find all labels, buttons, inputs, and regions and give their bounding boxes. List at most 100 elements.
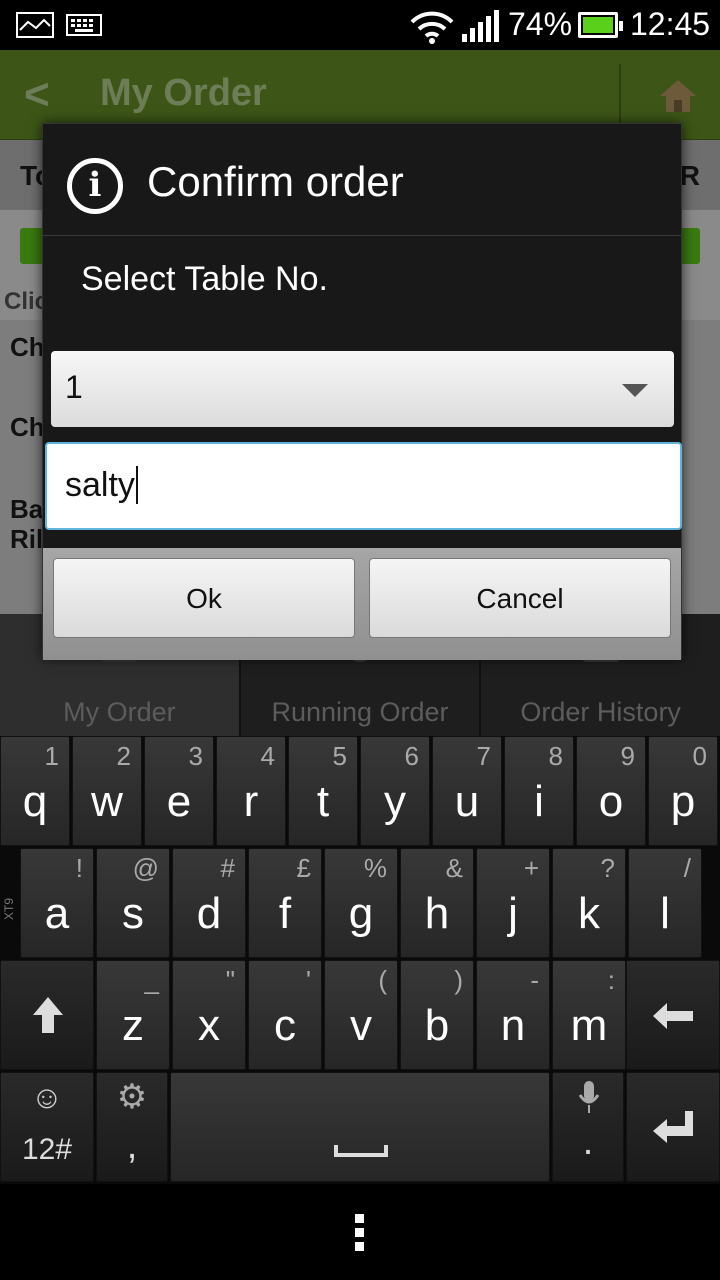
key-u[interactable]: 7u [432, 736, 502, 846]
ok-button[interactable]: Ok [53, 558, 355, 638]
key-secondary-label: ? [600, 853, 615, 883]
battery-percent: 74% [508, 6, 573, 42]
key-i[interactable]: 8i [504, 736, 574, 846]
key-w[interactable]: 2w [72, 736, 142, 846]
order-note-input[interactable]: salty [45, 442, 682, 530]
key-r[interactable]: 4r [216, 736, 286, 846]
key-label: t [316, 777, 330, 826]
list-item[interactable]: Ba [10, 494, 43, 525]
list-item[interactable]: Ch [10, 332, 45, 363]
key-label: s [122, 889, 144, 938]
key-n[interactable]: -n [476, 960, 550, 1070]
key-label: g [348, 889, 374, 938]
gallery-icon [16, 12, 54, 38]
key-label: d [196, 889, 222, 938]
key-label: r [243, 777, 259, 826]
key-secondary-label: 0 [692, 741, 707, 771]
key-p[interactable]: 0p [648, 736, 718, 846]
page-title: My Order [100, 72, 267, 114]
key-label: y [384, 777, 406, 826]
key-secondary-label: 9 [620, 741, 635, 771]
key-secondary-label: ' [306, 965, 311, 995]
key-secondary-label: 4 [260, 741, 275, 771]
key-secondary-label: _ [144, 965, 159, 995]
clock: 12:45 [630, 6, 711, 42]
key-h[interactable]: & h [400, 848, 474, 958]
table-number-value: 1 [65, 369, 83, 405]
key-secondary-label: 5 [332, 741, 347, 771]
keyboard-row-1: 1q2w3e4r5t6y7u8i9o0p [0, 736, 720, 846]
key-x[interactable]: " x [172, 960, 246, 1070]
confirm-order-dialog: i Confirm order Select Table No. 1 salty… [42, 123, 682, 660]
key-secondary-label: 6 [404, 741, 419, 771]
shift-key[interactable] [0, 960, 94, 1070]
key-label: h [424, 889, 450, 938]
period-key[interactable]: . [552, 1072, 624, 1182]
key-secondary-label: @ [132, 853, 159, 883]
key-secondary-label: £ [296, 853, 311, 883]
key-label: i [534, 777, 544, 826]
wifi-icon [410, 11, 454, 44]
key-e[interactable]: 3e [144, 736, 214, 846]
key-label: q [22, 777, 48, 826]
key-a[interactable]: ! a [20, 848, 94, 958]
tab-label: Running Order [271, 697, 449, 727]
key-secondary-label: + [523, 853, 539, 883]
microphone-icon [578, 1081, 600, 1113]
menu-icon[interactable] [355, 1214, 364, 1256]
key-s[interactable]: @ s [96, 848, 170, 958]
key-g[interactable]: % g [324, 848, 398, 958]
dialog-title: Confirm order [147, 158, 404, 205]
key-y[interactable]: 6y [360, 736, 430, 846]
dialog-button-bar: Ok Cancel [43, 548, 681, 660]
key-b[interactable]: ) b [400, 960, 474, 1070]
space-bar-icon [334, 1145, 388, 1157]
key-label: v [350, 1001, 372, 1050]
key-q[interactable]: 1q [0, 736, 70, 846]
list-item[interactable]: Ch [10, 412, 45, 443]
shift-arrow-icon [33, 997, 63, 1033]
key-m[interactable]: :m [552, 960, 626, 1070]
key-f[interactable]: £ f [248, 848, 322, 958]
space-key[interactable] [170, 1072, 550, 1182]
key-label: x [198, 1001, 220, 1050]
key-label: l [660, 889, 670, 938]
key-o[interactable]: 9o [576, 736, 646, 846]
back-icon[interactable]: < [24, 70, 50, 120]
tab-label: My Order [63, 697, 176, 727]
key-secondary-label: 1 [44, 741, 59, 771]
keyboard-row-3: _ z " x ' c(v) b - n: m [0, 960, 720, 1070]
key-k[interactable]: ? k [552, 848, 626, 958]
tab-label: Order History [520, 697, 681, 727]
enter-key[interactable] [626, 1072, 720, 1182]
backspace-key[interactable] [626, 960, 720, 1070]
home-icon[interactable] [658, 78, 698, 114]
key-secondary-label: 8 [548, 741, 563, 771]
key-c[interactable]: ' c [248, 960, 322, 1070]
key-j[interactable]: + j [476, 848, 550, 958]
key-secondary-label: ) [454, 965, 463, 995]
list-item[interactable]: Ril [10, 524, 43, 555]
dropdown-arrow-icon [622, 384, 648, 397]
key-secondary-label: : [607, 965, 615, 995]
key-d[interactable]: # d [172, 848, 246, 958]
symbols-key[interactable]: ☺ 12# [0, 1072, 94, 1182]
period-label: . [582, 1121, 594, 1163]
order-note-text: salty [65, 466, 135, 504]
key-z[interactable]: _ z [96, 960, 170, 1070]
key-secondary-label: ! [75, 853, 83, 883]
key-secondary-label: - [530, 965, 539, 995]
cancel-button[interactable]: Cancel [369, 558, 671, 638]
comma-label: , [126, 1125, 138, 1167]
subheader-right-text: R [679, 160, 700, 191]
battery-icon [578, 12, 623, 38]
table-number-select[interactable]: 1 [51, 351, 674, 427]
key-l[interactable]: / l [628, 848, 702, 958]
key-label: a [44, 889, 70, 938]
key-label: n [500, 1001, 526, 1050]
key-t[interactable]: 5t [288, 736, 358, 846]
key-secondary-label: " [225, 965, 235, 995]
comma-key[interactable]: ⚙ , [96, 1072, 168, 1182]
key-v[interactable]: (v [324, 960, 398, 1070]
key-secondary-label: 3 [188, 741, 203, 771]
